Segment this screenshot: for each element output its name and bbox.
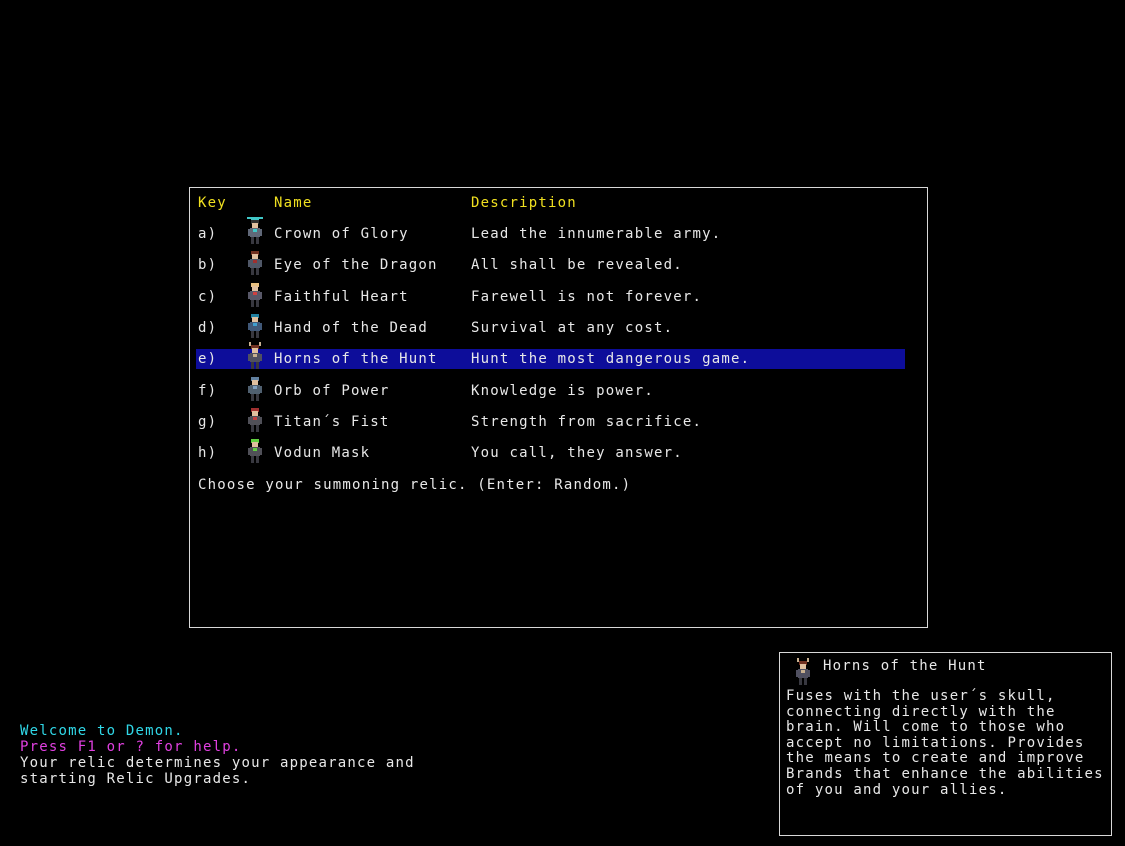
info-message-line-1: Your relic determines your appearance an… bbox=[20, 755, 415, 771]
relic-option-key: e) bbox=[198, 351, 218, 368]
eye-figure-icon bbox=[244, 247, 266, 277]
relic-option-description: You call, they answer. bbox=[471, 445, 683, 462]
relic-prompt: Choose your summoning relic. (Enter: Ran… bbox=[198, 477, 632, 493]
crown-figure-icon bbox=[244, 216, 266, 246]
orb-figure-icon bbox=[244, 373, 266, 403]
relic-option-key: d) bbox=[198, 319, 218, 336]
header-key: Key bbox=[198, 195, 227, 211]
header-description: Description bbox=[471, 195, 577, 211]
relic-option-name: Vodun Mask bbox=[274, 445, 371, 462]
horned-figure-icon bbox=[792, 657, 814, 687]
relic-option-description: Farewell is not forever. bbox=[471, 288, 703, 305]
relic-option-h[interactable]: h) Vodun Mask You call, they answer. bbox=[196, 439, 905, 464]
relic-table-header: Key Name Description bbox=[196, 193, 905, 213]
relic-info-panel: Horns of the Hunt Fuses with the user´s … bbox=[779, 652, 1112, 836]
relic-option-f[interactable]: f) Orb of Power Knowledge is power. bbox=[196, 376, 905, 401]
relic-option-description: Knowledge is power. bbox=[471, 382, 654, 399]
relic-option-d[interactable]: d) Hand of the Dead Survival at any cost. bbox=[196, 313, 905, 338]
relic-option-g[interactable]: g) Titan´s Fist Strength from sacrifice. bbox=[196, 407, 905, 432]
relic-option-e[interactable]: e) Horns of the Hunt Hunt the most dangero… bbox=[196, 342, 905, 370]
fist-figure-icon bbox=[244, 404, 266, 434]
relic-option-key: a) bbox=[198, 226, 218, 242]
relic-selection-panel: Key Name Description a) Crown of Glory Lea… bbox=[189, 187, 928, 628]
mask-figure-icon bbox=[244, 435, 266, 465]
info-panel-description: Fuses with the user´s skull, connecting … bbox=[786, 688, 1104, 798]
relic-option-name: Eye of the Dragon bbox=[274, 257, 438, 274]
header-name: Name bbox=[274, 195, 313, 211]
relic-option-description: All shall be revealed. bbox=[471, 257, 683, 274]
relic-option-name: Horns of the Hunt bbox=[274, 351, 438, 368]
relic-option-description: Lead the innumerable army. bbox=[471, 226, 722, 242]
help-message: Press F1 or ? for help. bbox=[20, 739, 242, 755]
relic-option-description: Strength from sacrifice. bbox=[471, 413, 703, 430]
horned-figure-icon bbox=[244, 341, 266, 371]
message-log: Welcome to Demon. Press F1 or ? for help… bbox=[20, 723, 440, 787]
relic-option-key: b) bbox=[198, 257, 218, 274]
info-panel-title: Horns of the Hunt bbox=[823, 658, 987, 674]
relic-option-key: h) bbox=[198, 445, 218, 462]
relic-option-c[interactable]: c) Faithful Heart Farewell is not forever. bbox=[196, 282, 905, 307]
relic-option-key: g) bbox=[198, 413, 218, 430]
relic-option-description: Survival at any cost. bbox=[471, 319, 674, 336]
relic-option-name: Crown of Glory bbox=[274, 226, 409, 242]
relic-option-name: Titan´s Fist bbox=[274, 413, 390, 430]
relic-option-key: c) bbox=[198, 288, 218, 305]
info-message-line-2: starting Relic Upgrades. bbox=[20, 771, 252, 787]
relic-option-name: Hand of the Dead bbox=[274, 319, 429, 336]
dead-hand-figure-icon bbox=[244, 310, 266, 340]
relic-option-name: Faithful Heart bbox=[274, 288, 409, 305]
relic-option-description: Hunt the most dangerous game. bbox=[471, 351, 751, 368]
welcome-message: Welcome to Demon. bbox=[20, 723, 184, 739]
heart-figure-icon bbox=[244, 279, 266, 309]
relic-option-a[interactable]: a) Crown of Glory Lead the innumerable arm… bbox=[196, 217, 905, 244]
relic-option-key: f) bbox=[198, 382, 218, 399]
relic-option-name: Orb of Power bbox=[274, 382, 390, 399]
relic-option-b[interactable]: b) Eye of the Dragon All shall be revealed… bbox=[196, 251, 905, 276]
